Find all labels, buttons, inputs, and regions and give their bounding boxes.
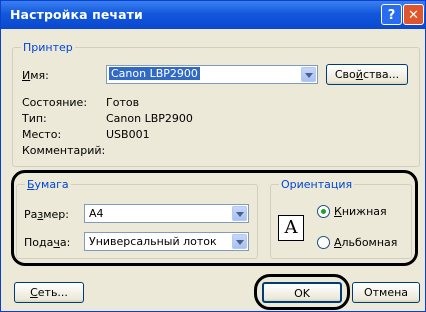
network-button[interactable]: Сеть...	[14, 282, 84, 303]
print-setup-dialog: Настройка печати ? ✕ Принтер Имя: Canon …	[0, 0, 426, 312]
ok-highlight	[254, 274, 350, 310]
type-value: Canon LBP2900	[106, 112, 193, 125]
dialog-body: Принтер Имя: Canon LBP2900 Свойства... С…	[4, 29, 422, 310]
network-button-label: Сеть...	[30, 286, 68, 299]
comment-label: Комментарий:	[22, 144, 106, 157]
type-label: Тип:	[22, 112, 47, 125]
close-icon[interactable]: ✕	[403, 4, 424, 25]
properties-button[interactable]: Свойства...	[326, 64, 408, 85]
help-icon[interactable]: ?	[381, 4, 402, 25]
title-bar[interactable]: Настройка печати ? ✕	[1, 1, 425, 29]
printer-name-select[interactable]: Canon LBP2900	[106, 65, 318, 84]
where-value: USB001	[106, 128, 150, 141]
cancel-button[interactable]: Отмена	[352, 282, 420, 303]
where-label: Место:	[22, 128, 62, 141]
printer-name-label: Имя:	[22, 69, 49, 82]
printer-group-legend: Принтер	[21, 41, 75, 54]
dialog-title: Настройка печати	[10, 7, 143, 22]
chevron-down-icon[interactable]	[301, 67, 316, 82]
status-value: Готов	[106, 96, 140, 109]
printer-name-value: Canon LBP2900	[109, 67, 200, 80]
properties-button-label: Свойства...	[334, 68, 400, 81]
status-label: Состояние:	[22, 96, 88, 109]
section-highlight	[11, 170, 418, 266]
